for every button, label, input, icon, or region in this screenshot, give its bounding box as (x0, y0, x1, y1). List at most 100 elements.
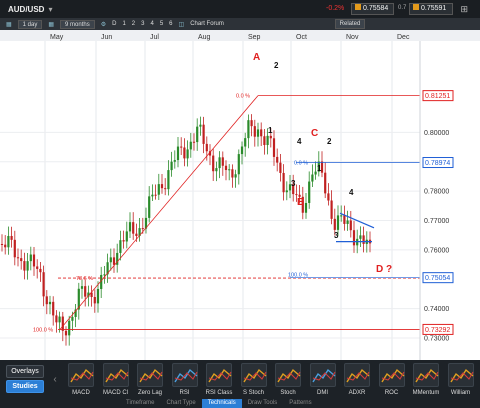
chart-type-3[interactable]: 3 (141, 21, 144, 27)
month-label: Jul (150, 34, 159, 41)
chart-type-2[interactable]: 2 (132, 21, 135, 27)
study-zero-lag[interactable]: Zero Lag (135, 363, 165, 396)
settings-icon[interactable]: ⚙ (101, 21, 106, 28)
price-marker-label: 0.75054 (425, 275, 450, 282)
month-label: Oct (296, 34, 307, 41)
study-thumbnail-icon (240, 363, 267, 387)
price-tick-label: 0.77000 (424, 218, 449, 225)
fib-label: 78.6 % (76, 276, 93, 282)
price-chart[interactable]: May Jun Jul Aug Sep Oct Nov Dec 0.0 % 78.6 % 100.… (0, 30, 480, 360)
tab-patterns[interactable]: Patterns (283, 399, 317, 408)
buy-button[interactable]: 0.75591 (409, 3, 453, 15)
study-label: Zero Lag (137, 390, 162, 396)
study-thumbnail-icon (137, 363, 163, 387)
study-label: MACD (72, 390, 90, 396)
study-thumbnail-icon (378, 363, 405, 387)
study-william[interactable]: William (446, 363, 476, 396)
study-roc[interactable]: ROC (377, 363, 407, 396)
study-macd-cl[interactable]: MACD Cl (101, 363, 131, 396)
month-label: Nov (346, 34, 359, 41)
month-label: Aug (198, 34, 211, 41)
study-label: DMI (317, 390, 328, 396)
symbol-selector[interactable]: AUD/USD ▾ (8, 5, 52, 14)
wave-label: 2 (327, 137, 332, 146)
chat-icon[interactable]: ◫ (179, 21, 185, 28)
tab-draw-tools[interactable]: Draw Tools (242, 399, 284, 408)
price-change: -0.2% (326, 5, 345, 12)
wave-label-b: B (297, 197, 304, 208)
month-label: Dec (397, 34, 410, 41)
wave-label: 3 (334, 231, 339, 240)
tab-timeframe[interactable]: Timeframe (120, 399, 160, 408)
calendar-range-icon[interactable]: ▦ (48, 21, 54, 28)
study-thumbnail-icon (102, 363, 129, 387)
study-s-stoch[interactable]: S Stoch (239, 363, 269, 396)
study-thumbnail-icon (413, 363, 439, 387)
price-marker-label: 0.81251 (425, 93, 450, 100)
sell-button[interactable]: 0.75584 (351, 3, 394, 15)
range-dropdown[interactable]: 9 months (60, 19, 95, 29)
wave-label: 3 (291, 179, 296, 188)
study-label: MMentum (412, 390, 440, 396)
chart-type-6[interactable]: 6 (169, 21, 172, 27)
study-stoch[interactable]: Stoch (273, 363, 303, 396)
price-tick-label: 0.73000 (424, 336, 449, 343)
month-label: May (50, 34, 64, 41)
scroll-left-icon[interactable]: ‹ (50, 364, 60, 396)
bottom-tabs: Timeframe Chart Type Technicals Draw Too… (120, 399, 318, 408)
studies-button[interactable]: Studies (6, 380, 44, 393)
study-label: ADXR (348, 390, 366, 396)
price-tick-label: 0.76000 (424, 247, 449, 254)
chart-forum-link[interactable]: Chart Forum (190, 21, 224, 27)
study-label: RSI Class (205, 390, 233, 396)
chart-type-5[interactable]: 5 (160, 21, 163, 27)
related-button[interactable]: Related (335, 19, 365, 29)
month-label: Jun (101, 34, 112, 41)
study-rsi-class[interactable]: RSI Class (204, 363, 234, 396)
study-rsi[interactable]: RSI (170, 363, 200, 396)
price-tick-label: 0.80000 (424, 130, 449, 137)
title-bar: AUD/USD ▾ -0.2% 0.75584 0.7 0.75591 ⊞ (0, 0, 480, 18)
study-label: Stoch (280, 390, 296, 396)
studies-panel: Overlays Studies ‹ MACD MACD Cl Zero Lag RS… (0, 360, 480, 408)
study-thumbnail-icon (447, 363, 474, 387)
interval-dropdown[interactable]: 1 day (17, 19, 43, 29)
spread-value: 0.7 (398, 5, 407, 11)
calendar-icon[interactable]: ▦ (6, 21, 12, 28)
wave-label: 4 (297, 137, 302, 146)
chart-type-d[interactable]: D (112, 21, 116, 27)
study-label: MACD Cl (103, 390, 128, 396)
study-thumbnail-icon (275, 363, 301, 387)
study-mmentum[interactable]: MMentum (411, 363, 441, 396)
wave-label-a: A (253, 52, 260, 63)
wave-label: 1 (268, 126, 273, 135)
chart-type-4[interactable]: 4 (150, 21, 153, 27)
price-tick-label: 0.74000 (424, 306, 449, 313)
study-label: RSI (179, 390, 190, 396)
study-macd[interactable]: MACD (66, 363, 96, 396)
grid-icon[interactable]: ⊞ (460, 4, 468, 15)
price-tick-label: 0.78000 (424, 189, 449, 196)
wave-label-c: C (311, 128, 318, 139)
study-adxr[interactable]: ADXR (342, 363, 372, 396)
chevron-down-icon: ▾ (48, 4, 53, 14)
study-thumbnail-icon (309, 363, 336, 387)
overlays-button[interactable]: Overlays (6, 365, 44, 378)
fib-label: 0.0 % (294, 161, 308, 167)
buy-icon (413, 4, 419, 10)
tab-chart-type[interactable]: Chart Type (160, 399, 201, 408)
chart-toolbar: ▦ 1 day ▦ 9 months ⚙ D 1 2 3 4 5 6 ◫ Cha… (0, 18, 480, 30)
price-marker-label: 0.73292 (425, 327, 450, 334)
sell-icon (355, 4, 361, 10)
study-thumbnail-icon (206, 363, 232, 387)
study-label: ROC (384, 390, 399, 396)
chart-type-1[interactable]: 1 (122, 21, 125, 27)
price-marker-label: 0.78974 (425, 160, 450, 167)
study-dmi[interactable]: DMI (308, 363, 338, 396)
study-label: William (450, 390, 471, 396)
study-thumbnail-icon (344, 363, 370, 387)
wave-label: 2 (274, 61, 279, 70)
wave-label: 1 (317, 164, 322, 173)
tab-technicals[interactable]: Technicals (201, 399, 242, 408)
wave-label-d: D ? (376, 264, 392, 275)
